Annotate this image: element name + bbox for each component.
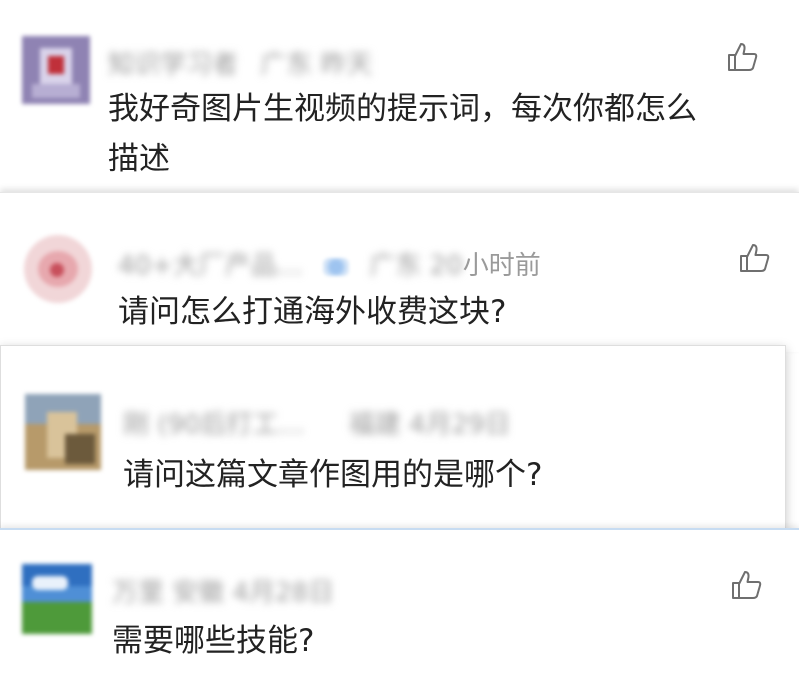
avatar[interactable] [22,36,90,104]
comment-text: 我好奇图片生视频的提示词，每次你都怎么 描述 [108,91,697,177]
comment-meta: 万里 安徽 4月28日 [112,572,334,609]
comment-text: 请问这篇文章作图用的是哪个? [123,457,543,493]
time-suffix: 小时前 [462,251,541,281]
comment-text: 需要哪些技能? [112,623,315,659]
comment-meta: 40+大厂产品… 广东 20小时前 [118,245,541,282]
thumbs-up-icon[interactable] [738,241,772,275]
comment-item: 40+大厂产品… 广东 20小时前 请问怎么打通海外收费这块? [0,192,799,352]
comment-meta: 知识学习者 广东 昨天 [108,44,373,81]
comment-item: 万里 安徽 4月28日 需要哪些技能? [0,528,799,686]
comment-item: 知识学习者 广东 昨天 我好奇图片生视频的提示词，每次你都怎么 描述 [0,0,799,192]
username[interactable]: 知识学习者 [108,50,238,80]
username[interactable]: 刚 (90后打工… [123,410,305,440]
avatar[interactable] [24,235,92,303]
location: 广东 20 [369,251,463,281]
comment-meta: 刚 (90后打工… 福建 4月29日 [123,404,511,441]
thumbs-up-icon[interactable] [730,568,764,602]
avatar[interactable] [22,564,92,634]
thumbs-up-icon[interactable] [726,40,760,74]
comment-text: 请问怎么打通海外收费这块? [118,294,507,330]
avatar[interactable] [25,394,101,470]
badge-icon [323,257,350,276]
username[interactable]: 40+大厂产品… [118,251,303,281]
comment-item: 刚 (90后打工… 福建 4月29日 请问这篇文章作图用的是哪个? [0,345,786,530]
location-time: 福建 4月29日 [348,410,511,440]
location-time: 广东 昨天 [260,50,373,80]
username-location-time[interactable]: 万里 安徽 4月28日 [112,578,334,608]
